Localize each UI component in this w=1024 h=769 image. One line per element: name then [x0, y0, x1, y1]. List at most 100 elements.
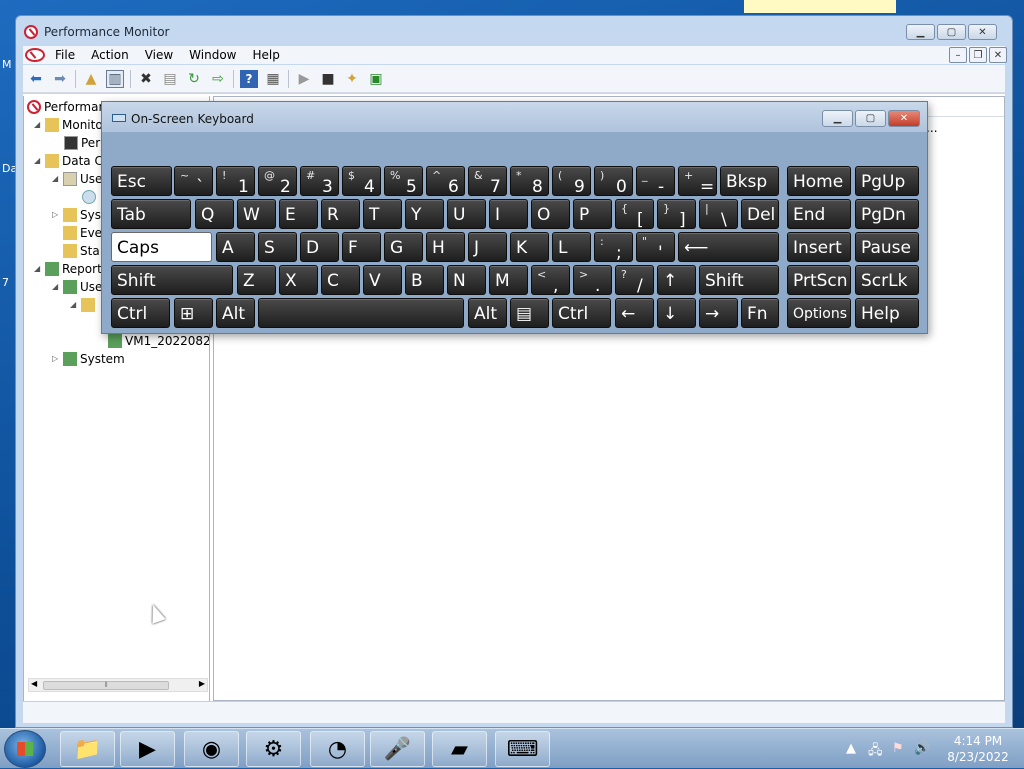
key-symbol[interactable]: ~ `: [174, 166, 213, 197]
taskbar-button[interactable]: 🎤: [370, 731, 425, 767]
scroll-right-icon[interactable]: ▶: [199, 679, 205, 688]
key-p[interactable]: P: [573, 199, 612, 229]
key-symbol[interactable]: (9: [552, 166, 591, 197]
menu-file[interactable]: File: [47, 48, 83, 62]
key-symbol[interactable]: ▤: [510, 298, 549, 328]
tree-node[interactable]: Sta: [63, 242, 100, 259]
key-m[interactable]: M: [489, 265, 528, 295]
key-symbol[interactable]: ↑: [657, 265, 696, 295]
tree-node[interactable]: ◢: [70, 296, 95, 313]
key-g[interactable]: G: [384, 232, 423, 262]
key-k[interactable]: K: [510, 232, 549, 262]
key-h[interactable]: H: [426, 232, 465, 262]
key-pause[interactable]: Pause: [855, 232, 919, 262]
tree-node[interactable]: [82, 188, 96, 205]
key-symbol[interactable]: @2: [258, 166, 297, 197]
key-scrlk[interactable]: ScrLk: [855, 265, 919, 295]
osk-maximize-button[interactable]: ▢: [855, 110, 886, 127]
window-titlebar[interactable]: Performance Monitor: [24, 24, 169, 40]
scroll-thumb[interactable]: ⦀: [43, 681, 169, 690]
maximize-button[interactable]: ▢: [937, 24, 966, 40]
properties-icon[interactable]: ▤: [161, 70, 179, 88]
key-f[interactable]: F: [342, 232, 381, 262]
tree-node[interactable]: ◢ Data C: [34, 152, 103, 169]
key-caps[interactable]: Caps: [111, 232, 212, 262]
key-symbol[interactable]: ! 1: [216, 166, 255, 197]
key-symbol[interactable]: " ': [636, 232, 675, 263]
clock[interactable]: 4:14 PM 8/23/2022: [942, 733, 1014, 765]
key-symbol[interactable]: | \: [699, 199, 738, 230]
help-icon[interactable]: ?: [240, 69, 258, 88]
tree-node[interactable]: VM1_20220823-0: [108, 332, 209, 349]
key-symbol[interactable]: $4: [342, 166, 381, 197]
key-bksp[interactable]: Bksp: [720, 166, 779, 196]
key-fn[interactable]: Fn: [741, 298, 779, 328]
start-icon[interactable]: ▶: [295, 70, 313, 88]
key-end[interactable]: End: [787, 199, 851, 229]
key-symbol[interactable]: ) 0: [594, 166, 633, 197]
taskbar-button[interactable]: 📁: [60, 731, 115, 767]
collapse-arrow-icon[interactable]: ◢: [34, 264, 42, 273]
key-shift[interactable]: Shift: [699, 265, 779, 295]
key-j[interactable]: J: [468, 232, 507, 262]
taskbar-button[interactable]: ⌨: [495, 731, 550, 767]
key-e[interactable]: E: [279, 199, 318, 229]
collapse-arrow-icon[interactable]: ◢: [52, 174, 60, 183]
key-space[interactable]: [258, 298, 464, 328]
mdi-restore-button[interactable]: ❐: [969, 47, 987, 63]
osk-minimize-button[interactable]: ▁: [822, 110, 853, 127]
key-d[interactable]: D: [300, 232, 339, 262]
key-symbol[interactable]: ⟵: [678, 232, 779, 262]
taskbar-button[interactable]: ⚙: [246, 731, 301, 767]
mdi-minimize-button[interactable]: –: [949, 47, 967, 63]
key-symbol[interactable]: {[: [615, 199, 654, 230]
show-hide-action-pane-icon[interactable]: ▦: [264, 70, 282, 88]
start-button[interactable]: [4, 730, 46, 768]
tree-node[interactable]: ◢ Use: [52, 170, 102, 187]
key-t[interactable]: T: [363, 199, 402, 229]
tree-node[interactable]: Performan: [27, 98, 106, 115]
key-options[interactable]: Options: [787, 298, 851, 328]
tree-node[interactable]: ▷ Sys: [52, 206, 101, 223]
key-x[interactable]: X: [279, 265, 318, 295]
key-n[interactable]: N: [447, 265, 486, 295]
key-symbol[interactable]: ←: [615, 298, 654, 328]
key-home[interactable]: Home: [787, 166, 851, 196]
key-tab[interactable]: Tab: [111, 199, 191, 229]
horizontal-scrollbar[interactable]: ◀ ⦀ ▶: [28, 678, 208, 692]
menu-help[interactable]: Help: [245, 48, 288, 62]
show-hide-console-tree-icon[interactable]: ▥: [106, 69, 124, 88]
show-hidden-icons-icon[interactable]: ▲: [846, 741, 856, 756]
expand-arrow-icon[interactable]: ▷: [52, 210, 60, 219]
tree-node[interactable]: ◢ Monito: [34, 116, 103, 133]
export-list-icon[interactable]: ⇨: [209, 70, 227, 88]
up-folder-icon[interactable]: ▲: [82, 70, 100, 88]
key-symbol[interactable]: >.: [573, 265, 612, 296]
volume-icon[interactable]: 🔊: [914, 741, 930, 756]
system-menu-icon[interactable]: [25, 48, 45, 62]
collapse-arrow-icon[interactable]: ◢: [34, 120, 42, 129]
key-r[interactable]: R: [321, 199, 360, 229]
key-symbol[interactable]: <,: [531, 265, 570, 296]
tree-node[interactable]: ◢ Report: [34, 260, 102, 277]
key-symbol[interactable]: * 8: [510, 166, 549, 197]
key-symbol[interactable]: ^ 6: [426, 166, 465, 197]
taskbar-button[interactable]: ◔: [310, 731, 365, 767]
key-insert[interactable]: Insert: [787, 232, 851, 262]
refresh-icon[interactable]: ↻: [185, 70, 203, 88]
key-w[interactable]: W: [237, 199, 276, 229]
close-button[interactable]: ✕: [968, 24, 997, 40]
key-prtscn[interactable]: PrtScn: [787, 265, 851, 295]
key-alt[interactable]: Alt: [216, 298, 255, 328]
key-pgup[interactable]: PgUp: [855, 166, 919, 196]
key-symbol[interactable]: ? /: [615, 265, 654, 296]
taskbar-button[interactable]: ▶: [120, 731, 175, 767]
key-i[interactable]: I: [489, 199, 528, 229]
new-icon[interactable]: ✦: [343, 70, 361, 88]
tree-node[interactable]: Per: [64, 134, 100, 151]
key-symbol[interactable]: ↓: [657, 298, 696, 328]
key-symbol[interactable]: →: [699, 298, 738, 328]
key-a[interactable]: A: [216, 232, 255, 262]
key-b[interactable]: B: [405, 265, 444, 295]
key-c[interactable]: C: [321, 265, 360, 295]
